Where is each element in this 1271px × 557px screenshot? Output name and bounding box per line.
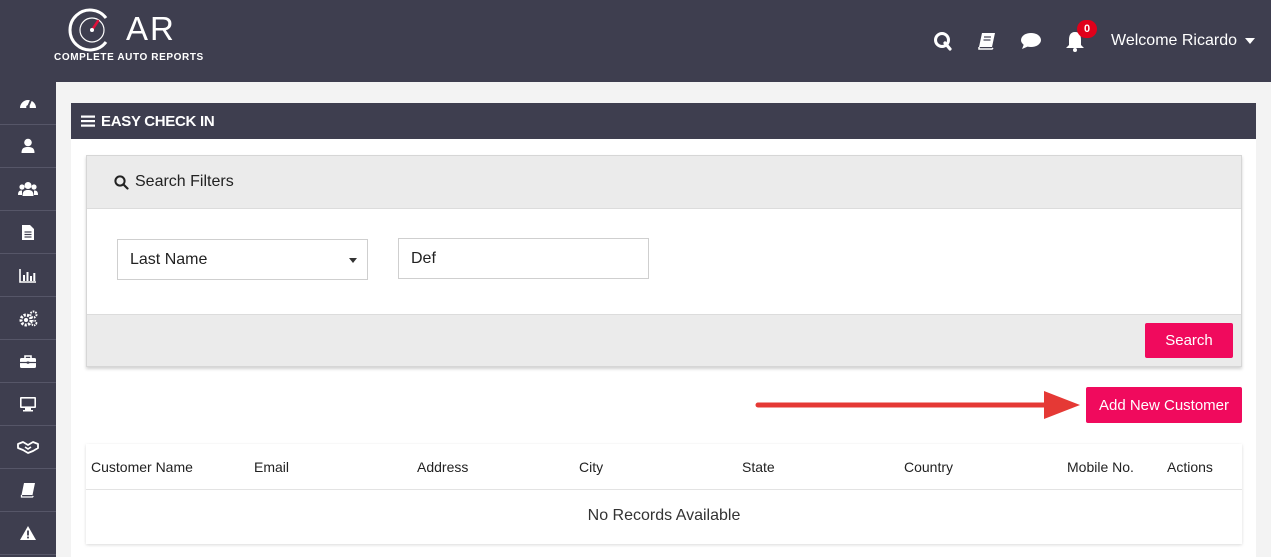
book-icon[interactable] <box>965 0 1009 82</box>
logo-subtitle: COMPLETE AUTO REPORTS <box>54 52 204 63</box>
welcome-text: Welcome Ricardo <box>1111 32 1237 49</box>
header-actions: 0 Welcome Ricardo <box>921 0 1271 82</box>
search-filters-header[interactable]: Search Filters <box>87 156 1241 209</box>
handshake-icon <box>17 441 39 454</box>
sidebar-item-customers[interactable] <box>0 168 56 211</box>
filter-field-value: Last Name <box>130 250 208 268</box>
notification-badge: 0 <box>1077 20 1098 38</box>
search-filters-footer: Search <box>87 314 1241 366</box>
table-header: Customer Name Email Address City State C… <box>86 444 1242 490</box>
logo-text: AR <box>126 10 176 47</box>
column-header[interactable]: State <box>742 459 775 475</box>
sidebar-item-guides[interactable] <box>0 469 56 512</box>
user-menu[interactable]: Welcome Ricardo <box>1111 32 1255 50</box>
column-header[interactable]: Actions <box>1167 459 1213 475</box>
document-icon <box>22 224 34 240</box>
search-button[interactable]: Search <box>1145 323 1233 358</box>
sidebar-item-display[interactable] <box>0 383 56 426</box>
column-header[interactable]: Address <box>417 459 468 475</box>
column-header[interactable]: Customer Name <box>91 459 193 475</box>
search-filters-title: Search Filters <box>135 173 234 190</box>
top-bar: AR COMPLETE AUTO REPORTS 0 Welcome Ricar… <box>0 0 1271 82</box>
sidebar <box>0 82 56 557</box>
empty-state-message: No Records Available <box>587 507 741 524</box>
search-filters-box: Search Filters Last Name Search <box>86 155 1242 367</box>
arrow-annotation <box>755 391 1080 419</box>
chat-icon[interactable] <box>1009 0 1053 82</box>
sidebar-item-alerts[interactable] <box>0 512 56 555</box>
sidebar-item-reports[interactable] <box>0 254 56 297</box>
users-icon <box>18 182 38 196</box>
speedometer-logo-icon <box>68 8 108 52</box>
user-icon <box>21 138 35 153</box>
easy-check-in-panel: EASY CHECK IN Search Filters Last Name S… <box>71 103 1256 557</box>
app-logo[interactable]: AR COMPLETE AUTO REPORTS <box>54 6 204 66</box>
sidebar-item-jobs[interactable] <box>0 340 56 383</box>
warning-icon <box>20 526 36 540</box>
bell-icon[interactable]: 0 <box>1053 0 1098 82</box>
column-header[interactable]: Email <box>254 459 289 475</box>
bar-chart-icon <box>19 268 36 283</box>
hamburger-menu-icon[interactable] <box>81 115 95 127</box>
dropdown-caret-icon <box>349 258 357 263</box>
briefcase-icon <box>20 354 36 368</box>
sidebar-item-user[interactable] <box>0 125 56 168</box>
sidebar-item-settings[interactable] <box>0 297 56 340</box>
column-header[interactable]: Country <box>904 459 953 475</box>
column-header[interactable]: Mobile No. <box>1067 459 1134 475</box>
search-filters-body: Last Name <box>87 209 1241 314</box>
column-header[interactable]: City <box>579 459 603 475</box>
gears-icon <box>19 310 37 326</box>
sidebar-item-dashboard[interactable] <box>0 82 56 125</box>
chevron-down-icon <box>1245 38 1255 44</box>
sidebar-item-partners[interactable] <box>0 426 56 469</box>
dashboard-icon <box>20 99 36 109</box>
quickbooks-icon[interactable] <box>921 0 965 82</box>
sidebar-item-documents[interactable] <box>0 211 56 254</box>
filter-field-select[interactable]: Last Name <box>117 239 368 280</box>
customers-table: Customer Name Email Address City State C… <box>86 444 1242 544</box>
book-icon <box>20 483 35 498</box>
search-input[interactable] <box>398 238 649 279</box>
monitor-icon <box>20 397 36 412</box>
panel-header: EASY CHECK IN <box>71 103 1256 139</box>
add-new-customer-button[interactable]: Add New Customer <box>1086 387 1242 423</box>
page-title: EASY CHECK IN <box>101 112 215 130</box>
search-icon <box>114 174 129 190</box>
